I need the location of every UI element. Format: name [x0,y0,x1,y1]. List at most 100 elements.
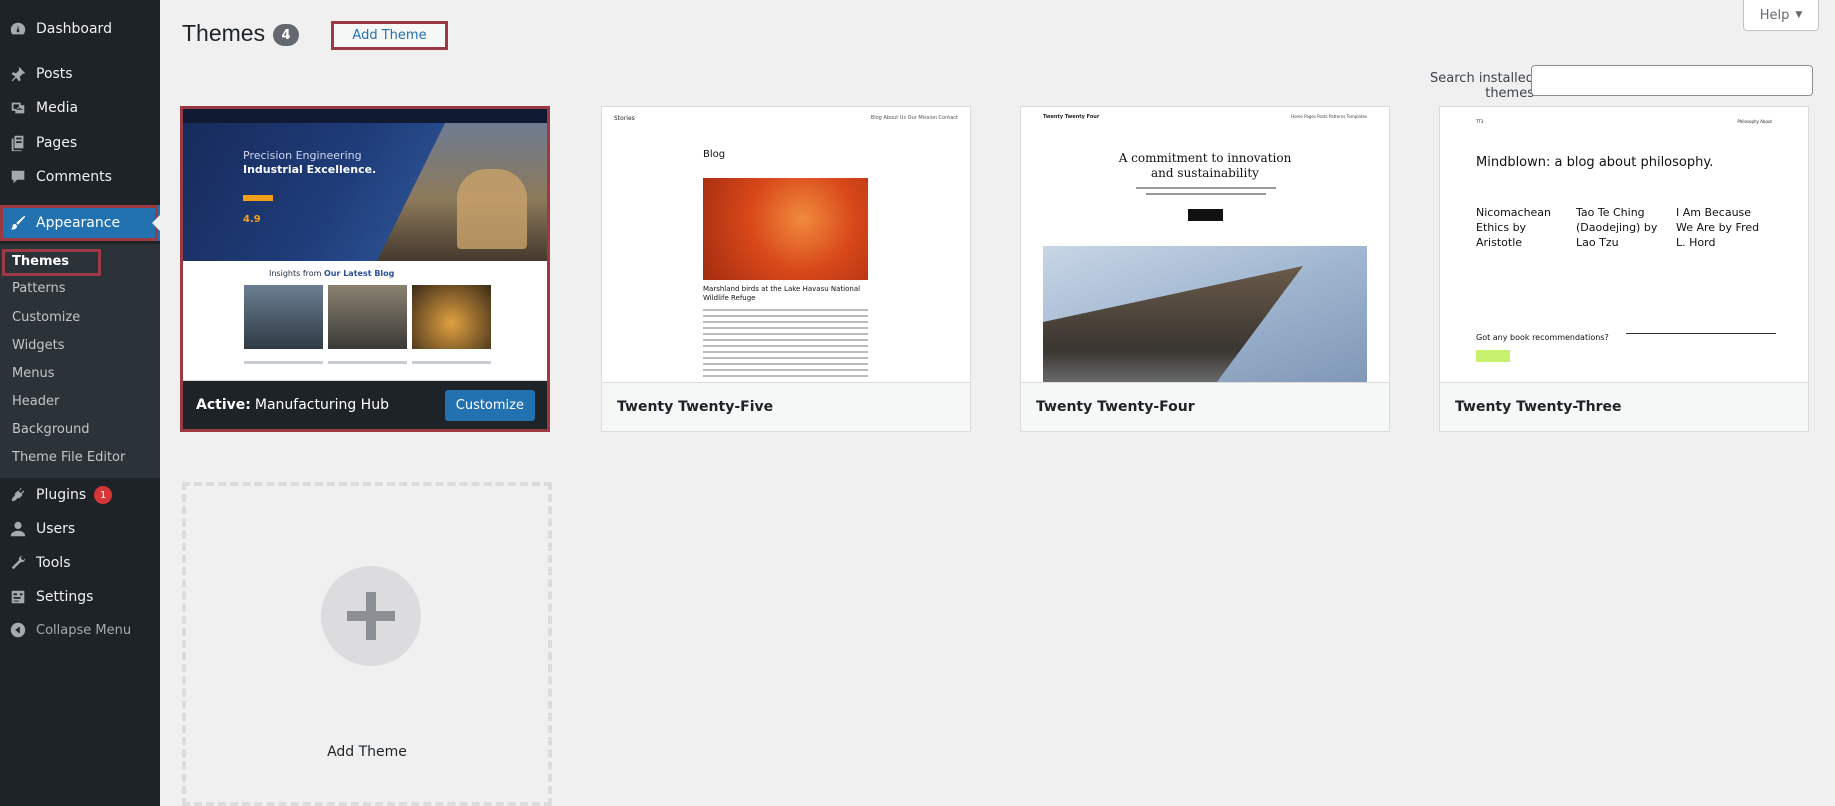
submenu-item-header[interactable]: Header [12,390,59,412]
sidebar-item-dashboard[interactable]: Dashboard [0,12,160,46]
preview-divider [1626,333,1776,334]
sidebar-item-label: Comments [36,169,112,185]
preview-site-title: TT3 [1476,119,1484,124]
theme-name-bar: Active: Manufacturing Hub Customize [183,380,547,429]
preview-blog-prefix: Insights from [269,269,324,278]
submenu-item-customize[interactable]: Customize [12,306,80,328]
preview-blog-image [412,285,491,349]
preview-text-line [703,375,868,377]
preview-tanks-image [457,169,527,249]
preview-text-line [703,309,868,311]
sidebar-item-users[interactable]: Users [0,512,160,546]
pages-icon [0,134,36,152]
sidebar-item-media[interactable]: Media [0,91,160,125]
theme-screenshot[interactable]: Twenty Twenty Four Home Pages Posts Patt… [1021,107,1389,383]
sidebar-item-plugins[interactable]: Plugins 1 [0,478,160,512]
customize-button[interactable]: Customize [444,389,535,421]
plugin-icon [0,486,36,504]
preview-nav: Philosophy About [1737,119,1772,124]
caret-down-icon: ▼ [1795,10,1803,20]
submenu-item-menus[interactable]: Menus [12,362,54,384]
sidebar-item-label: Appearance [36,215,121,231]
submenu-item-themes[interactable]: Themes [12,250,69,272]
sidebar-item-posts[interactable]: Posts [0,57,160,91]
sidebar-item-pages[interactable]: Pages [0,126,160,160]
preview-text-line [703,321,868,323]
collapse-menu-button[interactable]: Collapse Menu [0,613,160,647]
preview-text-line [703,369,868,371]
preview-post-title: Nicomachean Ethics by Aristotle [1476,206,1552,249]
preview-building-image [1043,246,1367,383]
preview-blog-image [328,285,407,349]
preview-heading-line1: A commitment to innovation [1118,151,1292,165]
preview-heading-line2: and sustainability [1151,166,1259,180]
brush-icon [0,214,36,232]
preview-text-line [1136,187,1276,189]
update-count-badge: 1 [94,486,113,504]
active-prefix: Active: [196,397,251,413]
preview-birds-image [703,178,868,280]
sidebar-item-appearance[interactable]: Appearance [0,205,160,241]
preview-hero-line1: Precision Engineering [243,149,362,162]
media-icon [0,99,36,117]
help-tab-button[interactable]: Help ▼ [1743,0,1819,31]
preview-text-line [412,361,491,364]
settings-icon [0,588,36,606]
sidebar-item-label: Tools [36,555,71,571]
preview-text-line [244,361,323,364]
preview-question: Got any book recommendations? [1476,333,1609,342]
preview-nav: Blog About Us Our Mission Contact [870,115,958,121]
submenu-item-theme-file-editor[interactable]: Theme File Editor [12,446,125,468]
plus-icon [321,566,421,666]
admin-sidebar: Dashboard Posts Media Pages Comments App… [0,0,160,806]
sidebar-item-comments[interactable]: Comments [0,160,160,194]
theme-screenshot[interactable]: Precision Engineering Industrial Excelle… [183,109,547,385]
theme-card-twenty-twenty-four[interactable]: Twenty Twenty Four Home Pages Posts Patt… [1020,106,1390,432]
preview-text-line [1146,193,1266,195]
preview-post-title: Tao Te Ching (Daodejing) by Lao Tzu [1576,206,1658,249]
preview-blog-image [244,285,323,349]
submenu-item-patterns[interactable]: Patterns [12,277,66,299]
preview-site-title: Twenty Twenty Four [1043,114,1100,120]
add-new-theme-card[interactable]: Add Theme [182,482,552,806]
collapse-icon [0,621,36,639]
preview-text-line [703,315,868,317]
preview-nav [183,109,547,123]
theme-card-twenty-twenty-five[interactable]: Stories Blog About Us Our Mission Contac… [601,106,971,432]
submenu-item-widgets[interactable]: Widgets [12,334,65,356]
theme-name: Twenty Twenty-Five [602,382,970,431]
sidebar-item-label: Pages [36,135,78,151]
preview-site-title: Stories [614,115,635,122]
preview-heading: A commitment to innovation and sustainabi… [1021,151,1389,181]
theme-name-text: Manufacturing Hub [254,397,389,413]
preview-text-line [703,327,868,329]
theme-screenshot[interactable]: Stories Blog About Us Our Mission Contac… [602,107,970,383]
sidebar-item-tools[interactable]: Tools [0,546,160,580]
preview-text-line [703,357,868,359]
preview-heading: Mindblown: a blog about philosophy. [1476,155,1714,170]
add-theme-button[interactable]: Add Theme [331,21,448,50]
preview-text-line [703,351,868,353]
preview-hero-line2: Industrial Excellence. [243,163,377,176]
preview-text-line [703,345,868,347]
preview-text-line [703,363,868,365]
preview-text-line [703,333,868,335]
theme-count-badge: 4 [273,24,299,46]
user-icon [0,520,36,538]
submenu-item-background[interactable]: Background [12,418,90,440]
add-new-theme-label: Add Theme [327,744,407,760]
theme-screenshot[interactable]: TT3 Philosophy About Mindblown: a blog a… [1440,107,1808,383]
preview-cta [1476,350,1510,362]
pin-icon [0,65,36,83]
theme-name: Active: Manufacturing Hub [196,397,389,413]
preview-text-line [328,361,407,364]
search-input[interactable] [1531,65,1813,96]
preview-blog-title: Insights from Our Latest Blog [269,269,394,278]
sidebar-item-label: Dashboard [36,21,112,37]
theme-card-manufacturing-hub[interactable]: Precision Engineering Industrial Excelle… [180,106,550,432]
theme-card-twenty-twenty-three[interactable]: TT3 Philosophy About Mindblown: a blog a… [1439,106,1809,432]
sidebar-item-settings[interactable]: Settings [0,580,160,614]
page-title: Themes [182,20,266,46]
preview-rating: 4.9 [243,214,261,225]
preview-nav: Home Pages Posts Patterns Templates [1291,114,1367,119]
